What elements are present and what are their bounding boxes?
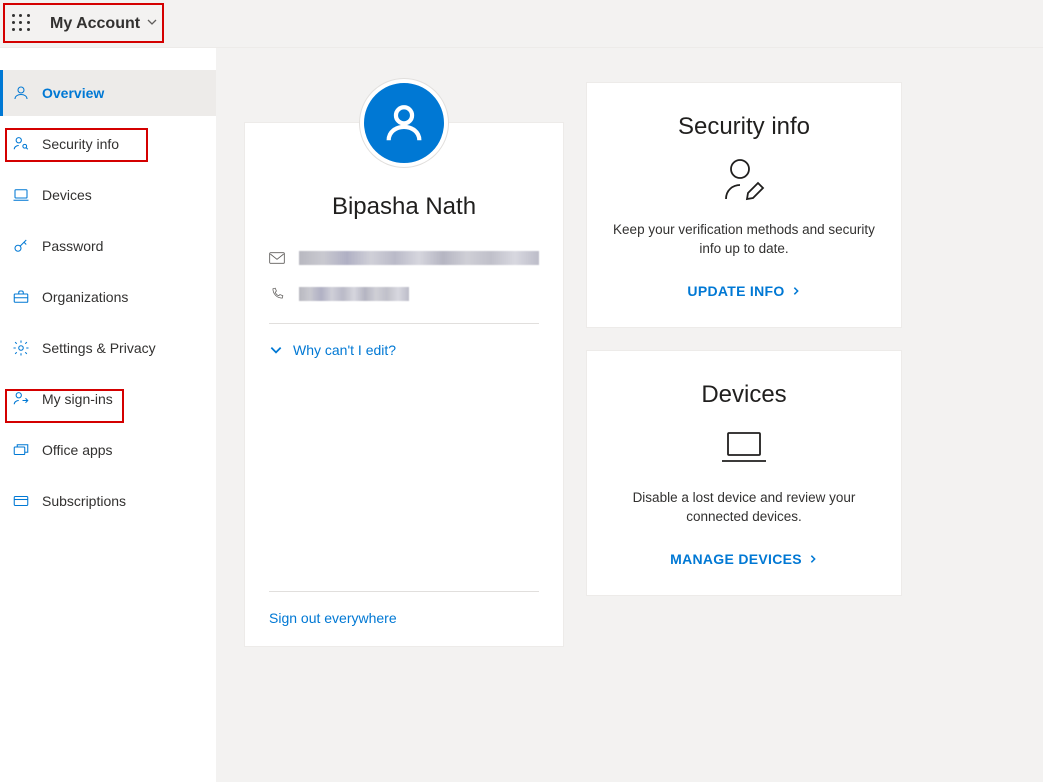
laptop-icon [12, 186, 30, 204]
mail-icon [269, 251, 285, 265]
sidebar-my-signins[interactable]: My sign-ins [0, 376, 216, 422]
header-title-dropdown[interactable]: My Account [50, 15, 158, 33]
header-title-label: My Account [50, 15, 140, 33]
key-icon [12, 237, 30, 255]
person-edit-icon [716, 155, 772, 203]
sidebar-office-apps[interactable]: Office apps [0, 427, 216, 473]
sidebar-item-label: Subscriptions [42, 493, 126, 509]
sidebar-item-label: Devices [42, 187, 92, 203]
sidebar-overview[interactable]: Overview [0, 70, 216, 116]
action-label: MANAGE DEVICES [670, 551, 802, 567]
card-description: Keep your verification methods and secur… [609, 221, 879, 259]
sidebar-subscriptions[interactable]: Subscriptions [0, 478, 216, 524]
sidebar-password[interactable]: Password [0, 223, 216, 269]
profile-name: Bipasha Nath [269, 193, 539, 221]
app-stack-icon [12, 441, 30, 459]
update-info-link[interactable]: UPDATE INFO [687, 283, 800, 299]
briefcase-icon [12, 288, 30, 306]
action-label: UPDATE INFO [687, 283, 784, 299]
chevron-right-icon [791, 286, 801, 296]
divider [269, 591, 539, 592]
sidebar: Overview Security info Devices Password [0, 48, 216, 782]
chevron-right-icon [808, 554, 818, 564]
sidebar-organizations[interactable]: Organizations [0, 274, 216, 320]
phone-value-redacted [299, 287, 409, 301]
card-icon [12, 492, 30, 510]
devices-card: Devices Disable a lost device and review… [586, 350, 902, 596]
card-title: Devices [609, 381, 879, 409]
sidebar-settings-privacy[interactable]: Settings & Privacy [0, 325, 216, 371]
sidebar-item-label: Settings & Privacy [42, 340, 156, 356]
sidebar-devices[interactable]: Devices [0, 172, 216, 218]
card-description: Disable a lost device and review your co… [609, 489, 879, 527]
email-value-redacted [299, 251, 539, 265]
email-row [269, 251, 539, 265]
person-icon [12, 84, 30, 102]
main-content: Bipasha Nath Why can't I edit? Sign out … [216, 48, 1043, 782]
avatar [360, 79, 448, 167]
gear-icon [12, 339, 30, 357]
app-launcher-icon[interactable] [12, 14, 32, 34]
laptop-icon [716, 423, 772, 471]
person-key-icon [12, 135, 30, 153]
manage-devices-link[interactable]: MANAGE DEVICES [670, 551, 818, 567]
security-info-card: Security info Keep your verification met… [586, 82, 902, 328]
sidebar-item-label: Organizations [42, 289, 128, 305]
chevron-down-icon [146, 15, 158, 33]
sidebar-item-label: Security info [42, 136, 119, 152]
why-cant-edit-link[interactable]: Why can't I edit? [269, 342, 539, 358]
chevron-down-icon [269, 343, 283, 357]
sign-out-everywhere-link[interactable]: Sign out everywhere [269, 610, 539, 626]
phone-icon [269, 287, 285, 301]
sidebar-item-label: Password [42, 238, 103, 254]
link-label: Sign out everywhere [269, 610, 397, 626]
sidebar-item-label: My sign-ins [42, 391, 113, 407]
sidebar-item-label: Office apps [42, 442, 113, 458]
person-arrow-icon [12, 390, 30, 408]
profile-card: Bipasha Nath Why can't I edit? Sign out … [244, 122, 564, 647]
phone-row [269, 287, 539, 301]
sidebar-item-label: Overview [42, 85, 104, 101]
divider [269, 323, 539, 324]
header: My Account [0, 0, 1043, 48]
sidebar-security-info[interactable]: Security info [0, 121, 216, 167]
card-title: Security info [609, 113, 879, 141]
link-label: Why can't I edit? [293, 342, 396, 358]
